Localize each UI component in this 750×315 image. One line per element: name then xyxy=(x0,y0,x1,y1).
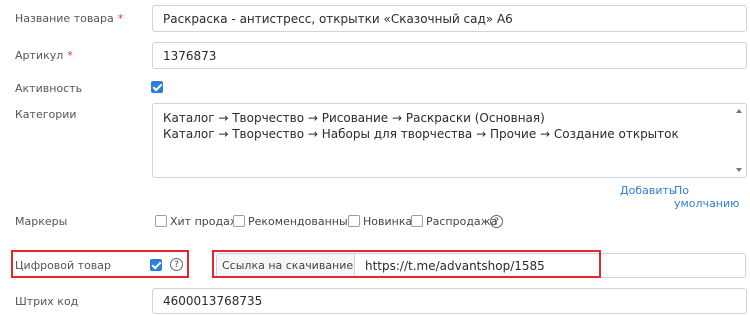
required-mark: * xyxy=(67,49,73,62)
marker-new-checkbox[interactable] xyxy=(348,215,360,227)
marker-recommended-checkbox[interactable] xyxy=(233,215,245,227)
required-mark: * xyxy=(117,12,124,25)
marker-new-label: Новинка xyxy=(363,215,413,228)
category-line: Каталог → Творчество → Рисование → Раскр… xyxy=(163,111,545,125)
marker-bestseller-checkbox[interactable] xyxy=(155,215,167,227)
markers-help-icon[interactable]: ? xyxy=(490,215,503,228)
categories-label: Категории xyxy=(15,108,77,121)
digital-product-highlight xyxy=(11,250,189,278)
scroll-up-arrow-icon[interactable] xyxy=(736,109,742,113)
category-line: Каталог → Творчество → Наборы для творче… xyxy=(163,127,679,141)
categories-listbox[interactable]: Каталог → Творчество → Рисование → Раскр… xyxy=(152,103,747,178)
marker-recommended-label: Рекомендованный xyxy=(248,215,355,228)
active-checkbox[interactable] xyxy=(151,81,163,93)
marker-sale-checkbox[interactable] xyxy=(411,215,423,227)
product-name-input[interactable]: Раскраска - антистресс, открытки «Сказоч… xyxy=(152,5,747,32)
default-category-link[interactable]: По умолчанию xyxy=(674,184,750,210)
marker-sale-label: Распродажа xyxy=(426,215,498,228)
product-name-label-text: Название товара xyxy=(15,12,114,25)
markers-label: Маркеры xyxy=(15,215,68,228)
download-link-highlight xyxy=(212,250,601,278)
add-category-link[interactable]: Добавить xyxy=(620,184,675,197)
sku-label-text: Артикул xyxy=(15,49,64,62)
active-label: Активность xyxy=(15,82,83,95)
marker-bestseller-label: Хит продаж xyxy=(170,215,240,228)
barcode-input[interactable]: 4600013768735 xyxy=(152,288,747,314)
sku-label: Артикул * xyxy=(15,49,73,62)
scroll-down-arrow-icon[interactable] xyxy=(736,168,742,172)
barcode-label: Штрих код xyxy=(15,295,79,308)
product-name-label: Название товара * xyxy=(15,12,123,25)
sku-input[interactable]: 1376873 xyxy=(152,42,747,69)
